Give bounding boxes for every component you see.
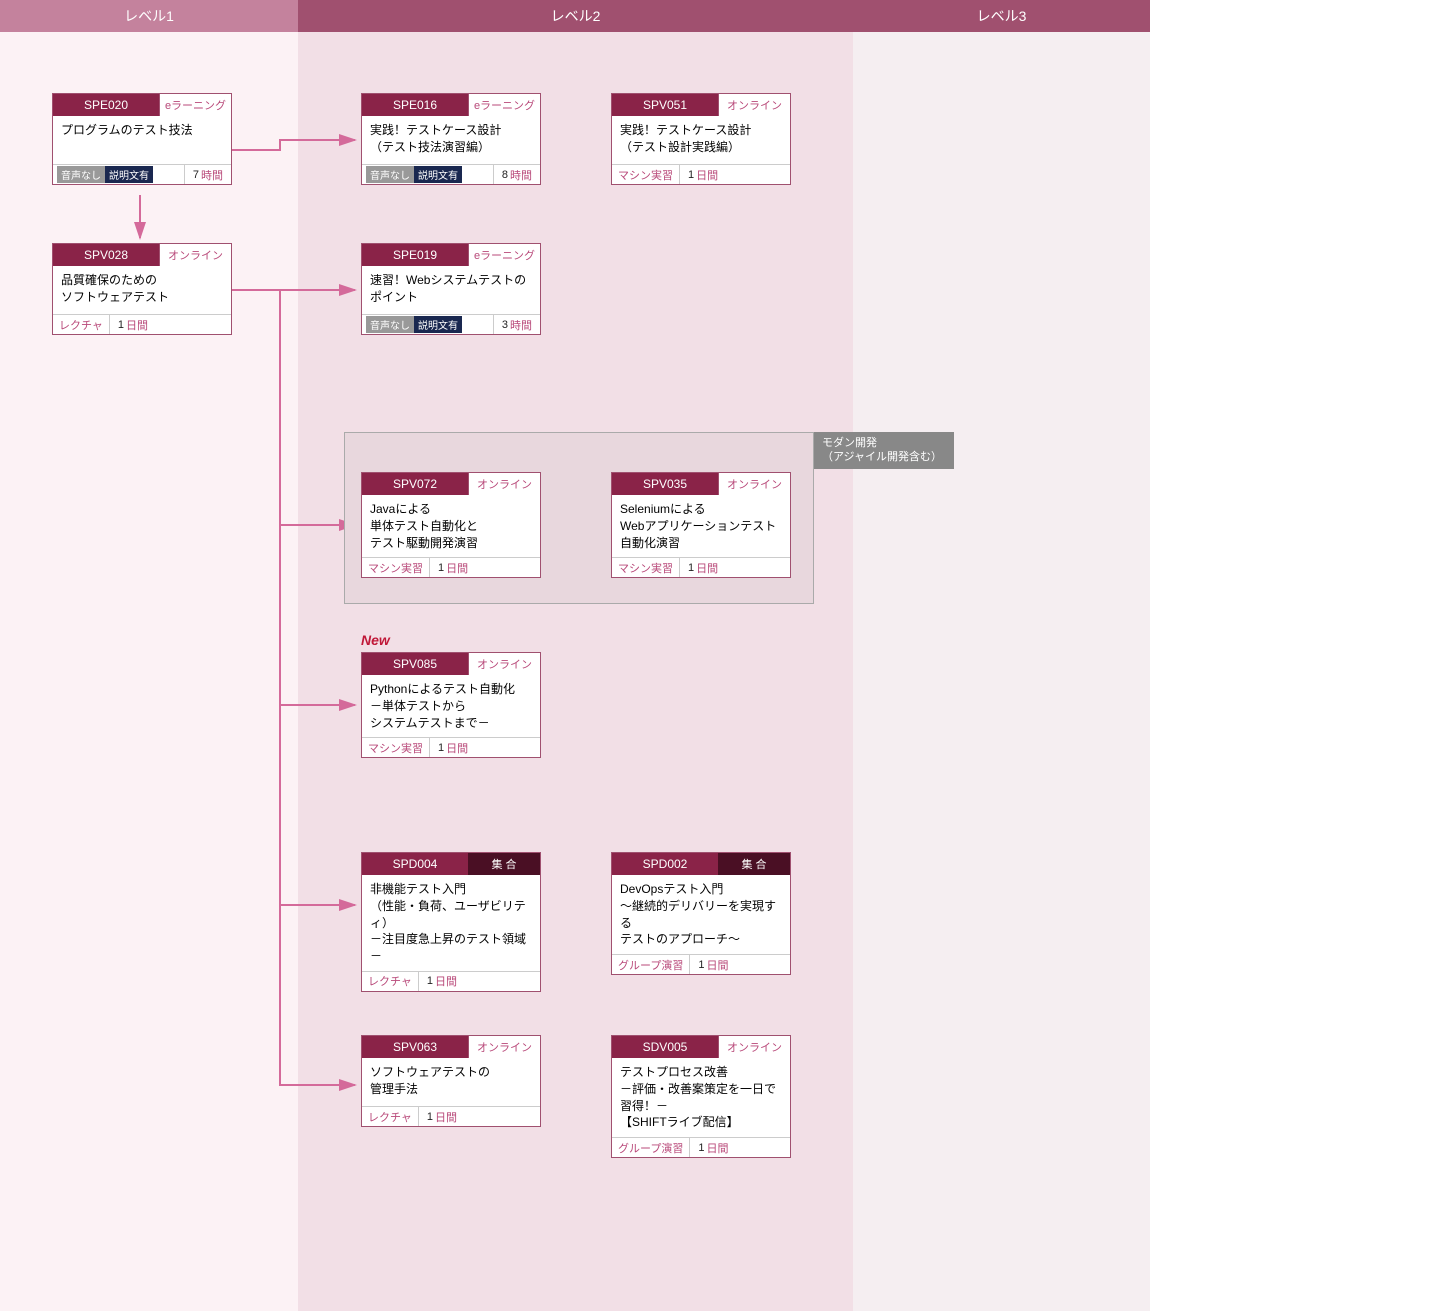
course-card-spd002[interactable]: SPD002 集 合 DevOpsテスト入門 ～継続的デリバリーを実現する テス… [611,852,791,975]
card-title: プログラムのテスト技法 [53,116,231,164]
desc-badge: 説明文有 [414,166,462,183]
card-title: 速習！Webシステムテストの ポイント [362,266,540,314]
desc-badge: 説明文有 [414,316,462,333]
duration-unit: 日間 [696,167,718,183]
duration-unit: 日間 [696,560,718,576]
duration-unit: 日間 [435,1109,457,1125]
duration-number: 1 [698,959,704,971]
duration-unit: 日間 [446,740,468,756]
card-title: 実践！テストケース設計 （テスト技法演習編） [362,116,540,164]
duration-number: 1 [438,742,444,754]
card-code: SPV051 [612,94,718,116]
card-type-badge: eラーニング [468,94,540,116]
duration-unit: 日間 [446,560,468,576]
card-type-badge: オンライン [159,244,231,266]
course-card-spe016[interactable]: SPE016 eラーニング 実践！テストケース設計 （テスト技法演習編） 音声な… [361,93,541,185]
course-card-spv028[interactable]: SPV028 オンライン 品質確保のための ソフトウェアテスト レクチャ 1日間 [52,243,232,335]
card-title: ソフトウェアテストの 管理手法 [362,1058,540,1106]
card-type-badge: オンライン [718,1036,790,1058]
card-title: 実践！テストケース設計 （テスト設計実践編） [612,116,790,164]
duration-number: 1 [438,562,444,574]
duration-unit: 日間 [706,957,728,973]
card-title: Pythonによるテスト自動化 －単体テストから システムテストまで－ [362,675,540,737]
desc-badge: 説明文有 [105,166,153,183]
course-card-spv063[interactable]: SPV063 オンライン ソフトウェアテストの 管理手法 レクチャ 1日間 [361,1035,541,1127]
duration-unit: 日間 [435,973,457,989]
audio-badge: 音声なし [366,316,414,333]
course-card-spe019[interactable]: SPE019 eラーニング 速習！Webシステムテストの ポイント 音声なし説明… [361,243,541,335]
column-level-3 [853,32,1150,1311]
level-1-header: レベル1 [0,0,298,32]
card-metric: マシン実習 [612,558,679,577]
group-label: モダン開発 （アジャイル開発含む） [814,432,954,469]
audio-badge: 音声なし [366,166,414,183]
card-code: SPV063 [362,1036,468,1058]
card-title: Seleniumによる Webアプリケーションテスト 自動化演習 [612,495,790,557]
duration-number: 1 [118,319,124,331]
card-title: DevOpsテスト入門 ～継続的デリバリーを実現する テストのアプローチ～ [612,875,790,954]
duration-number: 1 [427,1111,433,1123]
new-badge: New [361,632,390,648]
card-title: 非機能テスト入門 （性能・負荷、ユーザビリティ） －注目度急上昇のテスト領域－ [362,875,540,971]
course-card-spe020[interactable]: SPE020 eラーニング プログラムのテスト技法 音声なし説明文有 7時間 [52,93,232,185]
card-metric: レクチャ [362,972,418,991]
duration-number: 1 [688,169,694,181]
duration-unit: 時間 [510,167,532,183]
card-type-badge: 集 合 [718,853,790,875]
duration-unit: 時間 [510,317,532,333]
duration-number: 1 [688,562,694,574]
duration-number: 3 [502,319,508,331]
card-type-badge: オンライン [718,473,790,495]
card-type-badge: オンライン [468,653,540,675]
duration-unit: 日間 [706,1140,728,1156]
card-metric: マシン実習 [362,738,429,757]
card-type-badge: オンライン [468,473,540,495]
card-title: テストプロセス改善 －評価・改善案策定を一日で習得！－ 【SHIFTライブ配信】 [612,1058,790,1137]
duration-number: 8 [502,169,508,181]
course-card-spv085[interactable]: SPV085 オンライン Pythonによるテスト自動化 －単体テストから シス… [361,652,541,758]
card-code: SPE020 [53,94,159,116]
course-card-spd004[interactable]: SPD004 集 合 非機能テスト入門 （性能・負荷、ユーザビリティ） －注目度… [361,852,541,992]
card-code: SPD002 [612,853,718,875]
audio-badge: 音声なし [57,166,105,183]
card-metric: マシン実習 [612,165,679,184]
card-title: 品質確保のための ソフトウェアテスト [53,266,231,314]
card-title: Javaによる 単体テスト自動化と テスト駆動開発演習 [362,495,540,557]
duration-number: 1 [427,975,433,987]
card-type-badge: オンライン [718,94,790,116]
card-type-badge: eラーニング [159,94,231,116]
card-code: SPV028 [53,244,159,266]
card-code: SPE019 [362,244,468,266]
card-metric: マシン実習 [362,558,429,577]
column-level-1 [0,32,298,1311]
card-code: SPV072 [362,473,468,495]
card-metric: レクチャ [362,1107,418,1126]
card-metric: レクチャ [53,315,109,334]
card-code: SPE016 [362,94,468,116]
card-code: SDV005 [612,1036,718,1058]
duration-number: 7 [193,169,199,181]
duration-number: 1 [698,1142,704,1154]
card-type-badge: eラーニング [468,244,540,266]
card-metric: グループ演習 [612,955,689,974]
duration-unit: 時間 [201,167,223,183]
level-3-header: レベル3 [853,0,1150,32]
duration-unit: 日間 [126,317,148,333]
card-metric: グループ演習 [612,1138,689,1157]
course-card-spv051[interactable]: SPV051 オンライン 実践！テストケース設計 （テスト設計実践編） マシン実… [611,93,791,185]
card-type-badge: 集 合 [468,853,540,875]
card-code: SPV035 [612,473,718,495]
card-code: SPD004 [362,853,468,875]
level-2-header: レベル2 [298,0,853,32]
card-code: SPV085 [362,653,468,675]
card-type-badge: オンライン [468,1036,540,1058]
course-card-sdv005[interactable]: SDV005 オンライン テストプロセス改善 －評価・改善案策定を一日で習得！－… [611,1035,791,1158]
course-card-spv035[interactable]: SPV035 オンライン Seleniumによる Webアプリケーションテスト … [611,472,791,578]
course-card-spv072[interactable]: SPV072 オンライン Javaによる 単体テスト自動化と テスト駆動開発演習… [361,472,541,578]
